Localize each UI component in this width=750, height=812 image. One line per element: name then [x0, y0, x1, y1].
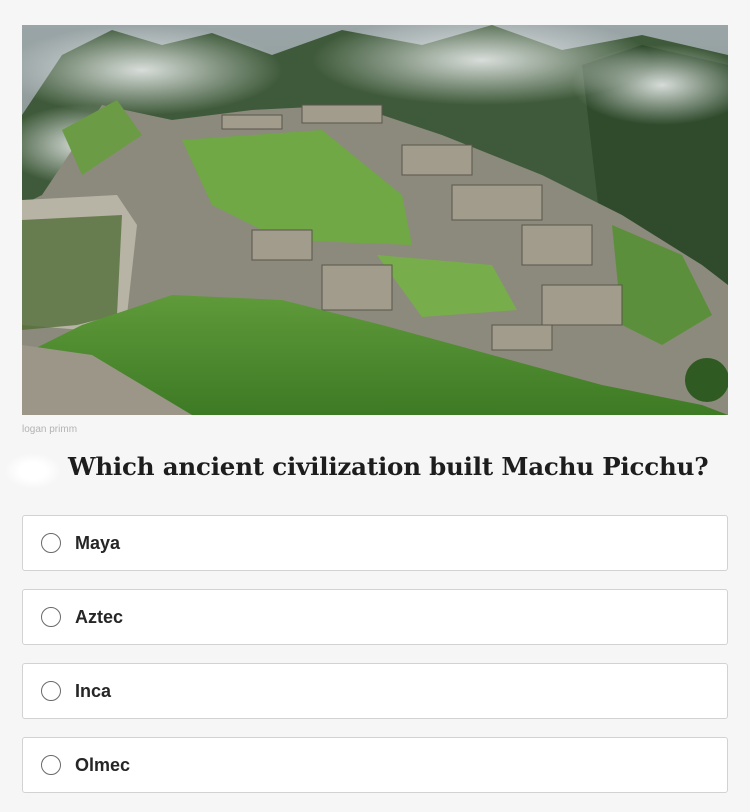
radio-icon[interactable] [41, 681, 61, 701]
answer-option-label: Inca [75, 680, 112, 701]
photo-credit: logan primm [22, 424, 78, 435]
radio-icon[interactable] [41, 607, 61, 627]
answer-option-maya[interactable]: Maya [22, 515, 728, 571]
radio-icon[interactable] [41, 533, 61, 553]
question-text: Which ancient civilization built Machu P… [68, 452, 709, 481]
radio-icon[interactable] [41, 755, 61, 775]
answer-option-label: Olmec [75, 754, 131, 775]
answer-option-label: Aztec [75, 606, 124, 627]
answer-option-inca[interactable]: Inca [22, 663, 728, 719]
answer-option-aztec[interactable]: Aztec [22, 589, 728, 645]
question-number-badge [6, 454, 60, 488]
answer-option-olmec[interactable]: Olmec [22, 737, 728, 793]
answer-option-label: Maya [75, 532, 121, 553]
answer-options: Maya Aztec Inca Olmec [22, 515, 728, 811]
machu-picchu-photo [22, 25, 728, 415]
quiz-page: logan primm Which ancient civilization b… [0, 0, 750, 812]
